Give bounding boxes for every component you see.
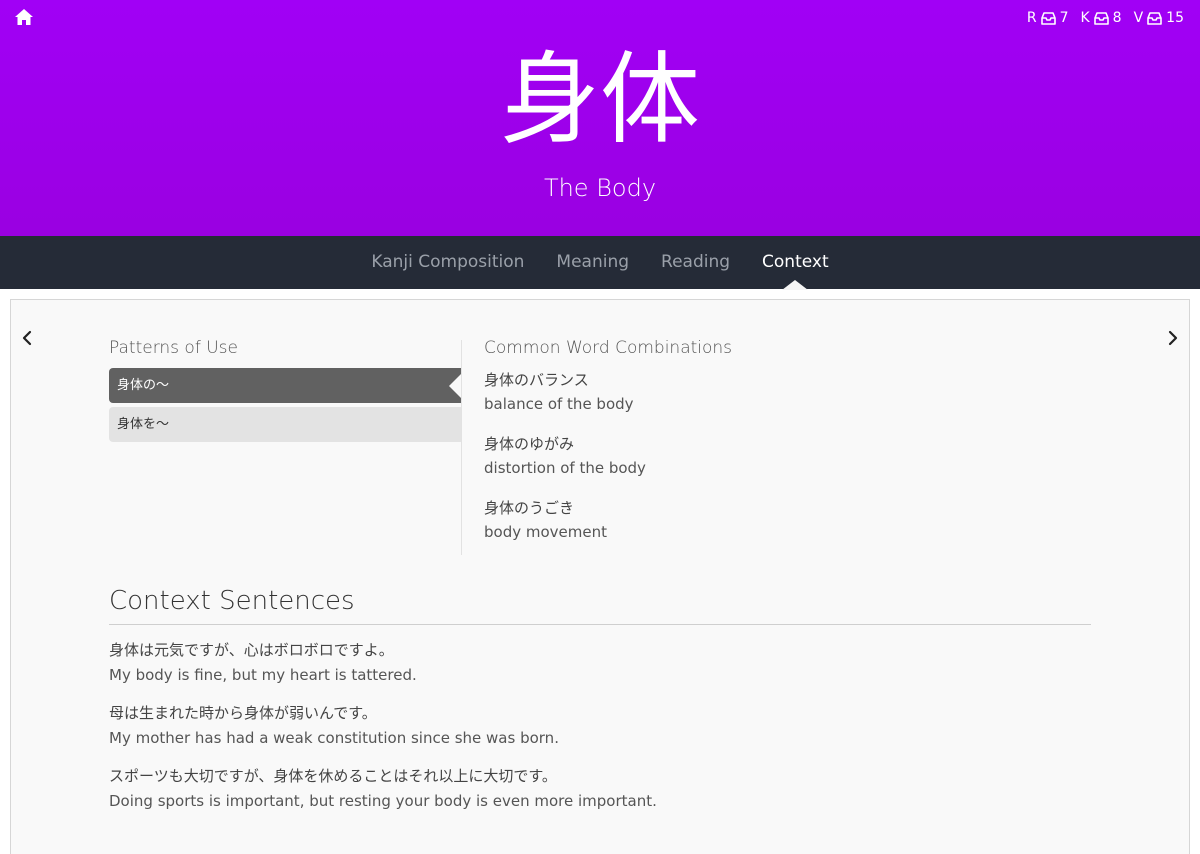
queue-count: 7	[1059, 10, 1069, 26]
queue-count: 8	[1112, 10, 1122, 26]
combinations-heading: Common Word Combinations	[484, 338, 733, 358]
sentence-item: 身体は元気ですが、心はボロボロですよ。 My body is fine, but…	[109, 638, 1091, 687]
context-sentences-heading: Context Sentences	[109, 584, 1091, 625]
combination-item: 身体のうごき body movement	[484, 496, 984, 544]
inbox-icon	[1147, 11, 1162, 25]
combination-english: balance of the body	[484, 395, 634, 413]
combination-item: 身体のゆがみ distortion of the body	[484, 432, 984, 480]
tab-meaning[interactable]: Meaning	[540, 236, 645, 289]
queue-letter: K	[1080, 10, 1090, 26]
sentence-english: My mother has had a weak constitution si…	[109, 729, 559, 747]
sentence-japanese: スポーツも大切ですが、身体を休めることはそれ以上に大切です。	[109, 767, 557, 785]
queue-letter: R	[1026, 10, 1037, 26]
combination-japanese: 身体のうごき	[484, 499, 575, 517]
tab-reading[interactable]: Reading	[645, 236, 746, 289]
combination-english: distortion of the body	[484, 459, 646, 477]
queue-radicals[interactable]: R 7	[1027, 10, 1069, 26]
sentence-english: Doing sports is important, but resting y…	[109, 792, 657, 810]
sentence-english: My body is fine, but my heart is tattere…	[109, 666, 417, 684]
combination-item: 身体のバランス balance of the body	[484, 368, 984, 416]
sentence-item: 母は生まれた時から身体が弱いんです。 My mother has had a w…	[109, 701, 1091, 750]
queue-letter: V	[1133, 10, 1144, 26]
common-word-combinations: Common Word Combinations 身体のバランス balance…	[484, 336, 984, 560]
combination-japanese: 身体のゆがみ	[484, 435, 575, 453]
review-queue: R 7 K 8 V 15	[1027, 9, 1184, 27]
vocab-meaning: The Body	[543, 174, 657, 202]
queue-count: 15	[1166, 10, 1184, 26]
patterns-of-use: Patterns of Use 身体の〜 身体を〜	[109, 336, 461, 446]
context-panel: Patterns of Use 身体の〜 身体を〜 Common Word Co…	[10, 299, 1190, 854]
sentence-item: スポーツも大切ですが、身体を休めることはそれ以上に大切です。 Doing spo…	[109, 764, 1091, 813]
queue-vocabulary[interactable]: V 15	[1134, 10, 1184, 26]
sentence-japanese: 身体は元気ですが、心はボロボロですよ。	[109, 641, 394, 659]
queue-kanji[interactable]: K 8	[1080, 10, 1121, 26]
context-sentences: 身体は元気ですが、心はボロボロですよ。 My body is fine, but…	[109, 638, 1091, 827]
section-nav: Kanji Composition Meaning Reading Contex…	[0, 236, 1200, 290]
pattern-item[interactable]: 身体の〜	[109, 368, 461, 403]
combination-english: body movement	[484, 523, 607, 541]
header: R 7 K 8 V 15 身体 The Body	[0, 0, 1200, 236]
sentence-japanese: 母は生まれた時から身体が弱いんです。	[109, 704, 377, 722]
home-icon[interactable]	[14, 8, 34, 26]
vocab-characters: 身体	[500, 41, 700, 158]
chevron-right-icon[interactable]	[1166, 328, 1180, 348]
combination-japanese: 身体のバランス	[484, 371, 589, 389]
patterns-heading: Patterns of Use	[109, 338, 238, 358]
tab-kanji-composition[interactable]: Kanji Composition	[355, 236, 540, 289]
chevron-left-icon[interactable]	[20, 328, 34, 348]
inbox-icon	[1040, 11, 1056, 25]
inbox-icon	[1093, 11, 1109, 25]
tab-context[interactable]: Context	[746, 236, 845, 290]
pattern-item[interactable]: 身体を〜	[109, 407, 461, 442]
column-divider	[461, 340, 462, 555]
